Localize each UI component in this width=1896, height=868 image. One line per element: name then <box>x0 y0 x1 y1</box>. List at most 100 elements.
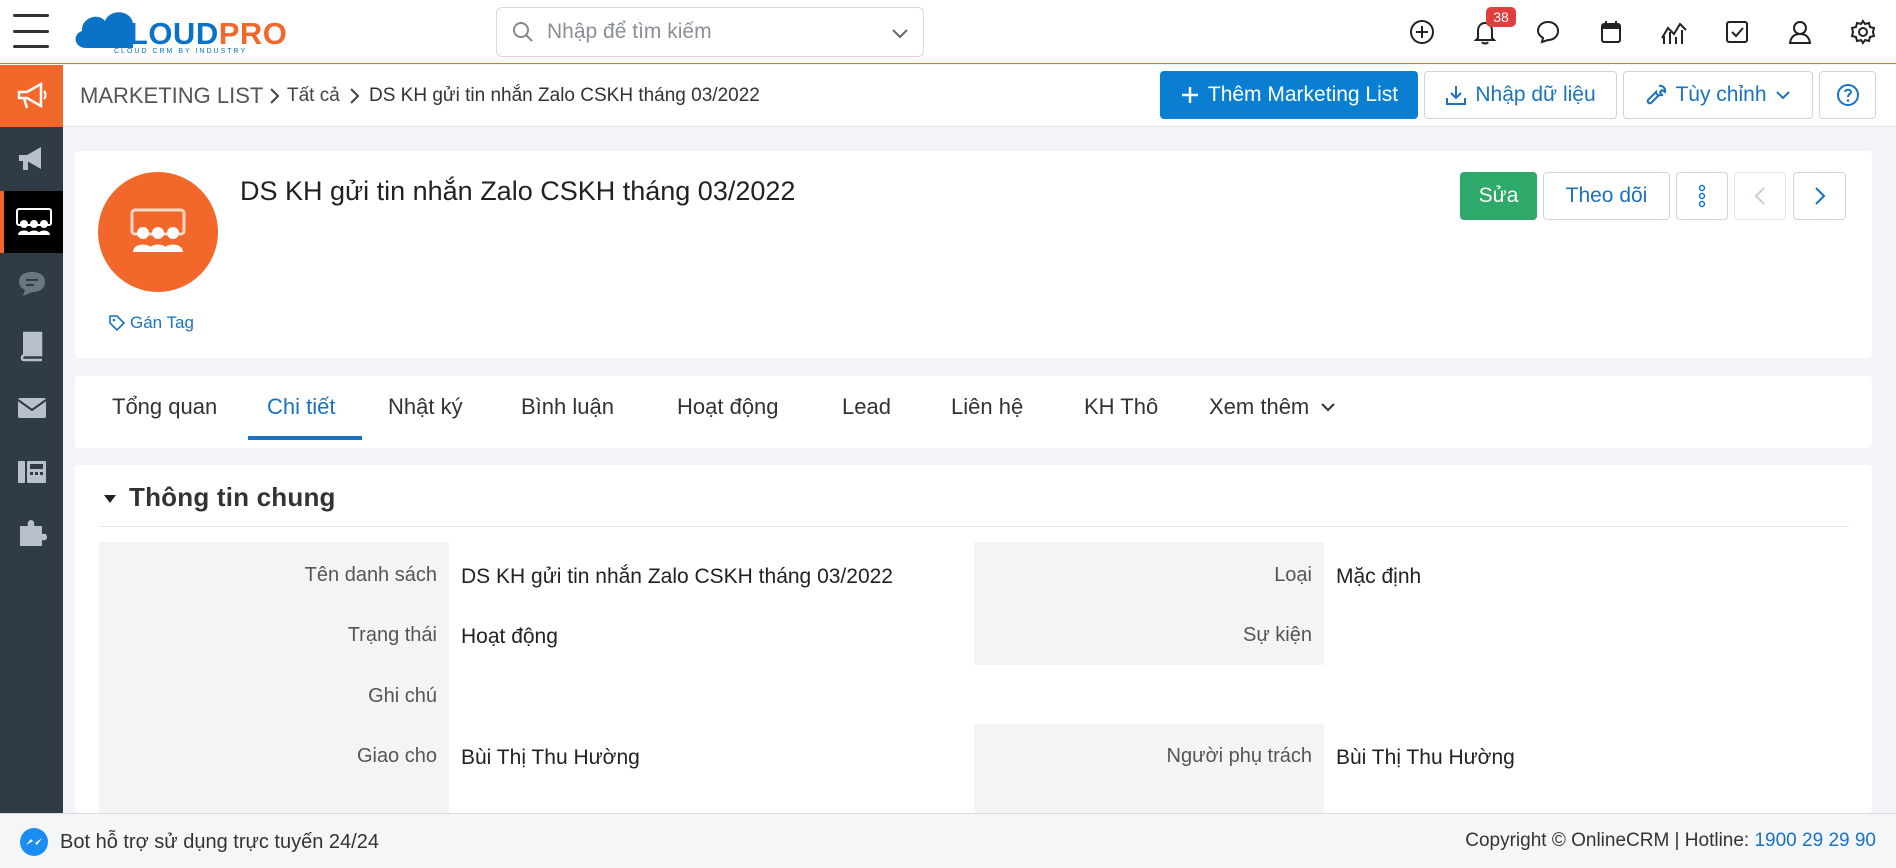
group-icon <box>15 208 52 235</box>
field-label-status: Trạng thái <box>347 624 437 646</box>
sidebar-item-fax[interactable] <box>0 439 63 501</box>
breadcrumb-all[interactable]: Tất cả <box>287 85 340 107</box>
messenger-icon <box>20 828 48 856</box>
follow-label: Theo dõi <box>1565 184 1648 207</box>
field-label-owner: Người phụ trách <box>1166 745 1312 767</box>
tag-icon <box>109 315 126 332</box>
tab-more[interactable]: Xem thêm <box>1209 394 1337 420</box>
tab-comments[interactable]: Bình luận <box>521 394 614 420</box>
tab-contacts[interactable]: Liên hệ <box>951 394 1023 420</box>
field-value-status[interactable]: Hoạt động <box>461 625 558 649</box>
support-bot-link[interactable]: Bot hỗ trợ sử dụng trực tuyến 24/24 <box>18 826 379 858</box>
hotline-number[interactable]: 1900 29 29 90 <box>1754 830 1876 851</box>
field-label-note: Ghi chú <box>368 685 437 707</box>
field-value-assigned-to[interactable]: Bùi Thị Thu Hường <box>461 746 640 770</box>
field-label-list-name: Tên danh sách <box>304 564 437 586</box>
tab-log[interactable]: Nhật ký <box>388 394 463 420</box>
chevron-down-icon[interactable] <box>891 24 909 42</box>
breadcrumb: MARKETING LIST Tất cả DS KH gửi tin nhắn… <box>63 65 1896 127</box>
footer: Bot hỗ trợ sử dụng trực tuyến 24/24 Copy… <box>0 813 1896 868</box>
support-bot-text: Bot hỗ trợ sử dụng trực tuyến 24/24 <box>60 830 379 853</box>
help-icon <box>1836 84 1859 106</box>
assign-tag-link[interactable]: Gán Tag <box>108 313 194 333</box>
group-icon <box>130 208 186 252</box>
next-record-button[interactable] <box>1793 172 1846 220</box>
checkbox-icon[interactable] <box>1721 16 1753 48</box>
sidebar-item-marketing-list[interactable] <box>0 191 63 253</box>
search-box[interactable] <box>496 7 924 57</box>
tab-activities[interactable]: Hoạt động <box>677 394 779 420</box>
logo-text: CLOUDPRO <box>106 16 288 51</box>
tab-more-label: Xem thêm <box>1209 394 1310 419</box>
field-value-owner[interactable]: Bùi Thị Thu Hường <box>1336 746 1515 770</box>
user-icon[interactable] <box>1784 16 1816 48</box>
tab-lead[interactable]: Lead <box>842 394 891 420</box>
chevron-left-icon <box>1754 187 1765 205</box>
download-icon <box>1446 86 1467 105</box>
mail-icon <box>16 398 47 418</box>
top-bar: CLOUDPRO CLOUD CRM BY INDUSTRY 38 <box>0 0 1896 64</box>
sidebar-item-campaigns[interactable] <box>0 129 63 191</box>
caret-down-icon[interactable] <box>103 494 117 504</box>
assign-tag-label: Gán Tag <box>130 313 194 332</box>
follow-button[interactable]: Theo dõi <box>1543 172 1670 220</box>
field-group-right-2 <box>974 724 1324 813</box>
import-data-button[interactable]: Nhập dữ liệu <box>1424 71 1617 119</box>
notification-badge: 38 <box>1486 7 1516 27</box>
field-value-type[interactable]: Mặc định <box>1336 565 1421 589</box>
add-marketing-list-label: Thêm Marketing List <box>1207 83 1399 106</box>
record-title: DS KH gửi tin nhắn Zalo CSKH tháng 03/20… <box>240 176 796 206</box>
previous-record-button[interactable] <box>1734 172 1786 220</box>
megaphone-icon <box>18 147 41 170</box>
help-button[interactable] <box>1819 71 1876 119</box>
sidebar-item-marketing[interactable] <box>0 65 63 127</box>
chevron-down-icon <box>1775 91 1790 100</box>
tab-details[interactable]: Chi tiết <box>267 394 335 420</box>
search-icon <box>513 22 533 42</box>
wrench-icon <box>1647 84 1667 105</box>
customize-button[interactable]: Tùy chỉnh <box>1623 71 1813 119</box>
fax-icon <box>17 461 46 483</box>
gear-icon[interactable] <box>1847 16 1879 48</box>
section-divider <box>99 526 1849 527</box>
import-data-label: Nhập dữ liệu <box>1475 83 1596 106</box>
chevron-right-icon <box>350 88 360 104</box>
search-input[interactable] <box>547 18 877 46</box>
chevron-right-icon <box>1814 187 1825 205</box>
menu-icon[interactable] <box>13 14 49 48</box>
sidebar-item-email[interactable] <box>0 377 63 439</box>
edit-label: Sửa <box>1478 184 1519 207</box>
sidebar-item-extensions[interactable] <box>0 501 63 563</box>
more-actions-button[interactable] <box>1676 172 1728 220</box>
plus-circle-icon[interactable] <box>1406 16 1438 48</box>
comment-icon <box>18 272 45 296</box>
calendar-icon[interactable] <box>1595 16 1627 48</box>
copyright: Copyright © OnlineCRM | Hotline: 1900 29… <box>1465 830 1876 852</box>
add-marketing-list-button[interactable]: Thêm Marketing List <box>1160 71 1418 119</box>
breadcrumb-module[interactable]: MARKETING LIST <box>80 83 263 109</box>
edit-button[interactable]: Sửa <box>1460 172 1537 220</box>
chevron-down-icon <box>1321 403 1335 412</box>
more-vertical-icon <box>1698 184 1706 208</box>
sidebar-item-comments[interactable] <box>0 253 63 315</box>
section-title[interactable]: Thông tin chung <box>129 482 336 513</box>
sidebar-item-documents[interactable] <box>0 315 63 377</box>
field-label-event: Sự kiện <box>1243 624 1312 646</box>
active-tab-indicator <box>248 436 362 440</box>
customize-label: Tùy chỉnh <box>1675 83 1767 106</box>
tab-raw-customers[interactable]: KH Thô <box>1084 394 1158 420</box>
chevron-right-icon <box>270 88 280 104</box>
sidebar <box>0 65 63 868</box>
breadcrumb-current: DS KH gửi tin nhắn Zalo CSKH tháng 03/20… <box>369 85 760 106</box>
copyright-text: Copyright © OnlineCRM | Hotline: <box>1465 830 1755 851</box>
chart-icon[interactable] <box>1658 16 1690 48</box>
logo[interactable]: CLOUDPRO CLOUD CRM BY INDUSTRY <box>70 4 300 60</box>
logo-tagline: CLOUD CRM BY INDUSTRY <box>114 48 248 55</box>
field-value-list-name[interactable]: DS KH gửi tin nhắn Zalo CSKH tháng 03/20… <box>461 565 893 589</box>
chat-icon[interactable] <box>1532 16 1564 48</box>
tab-overview[interactable]: Tổng quan <box>112 394 217 420</box>
puzzle-icon <box>19 520 47 546</box>
field-label-type: Loại <box>1274 564 1312 586</box>
megaphone-icon <box>17 81 46 109</box>
record-avatar <box>98 172 218 292</box>
